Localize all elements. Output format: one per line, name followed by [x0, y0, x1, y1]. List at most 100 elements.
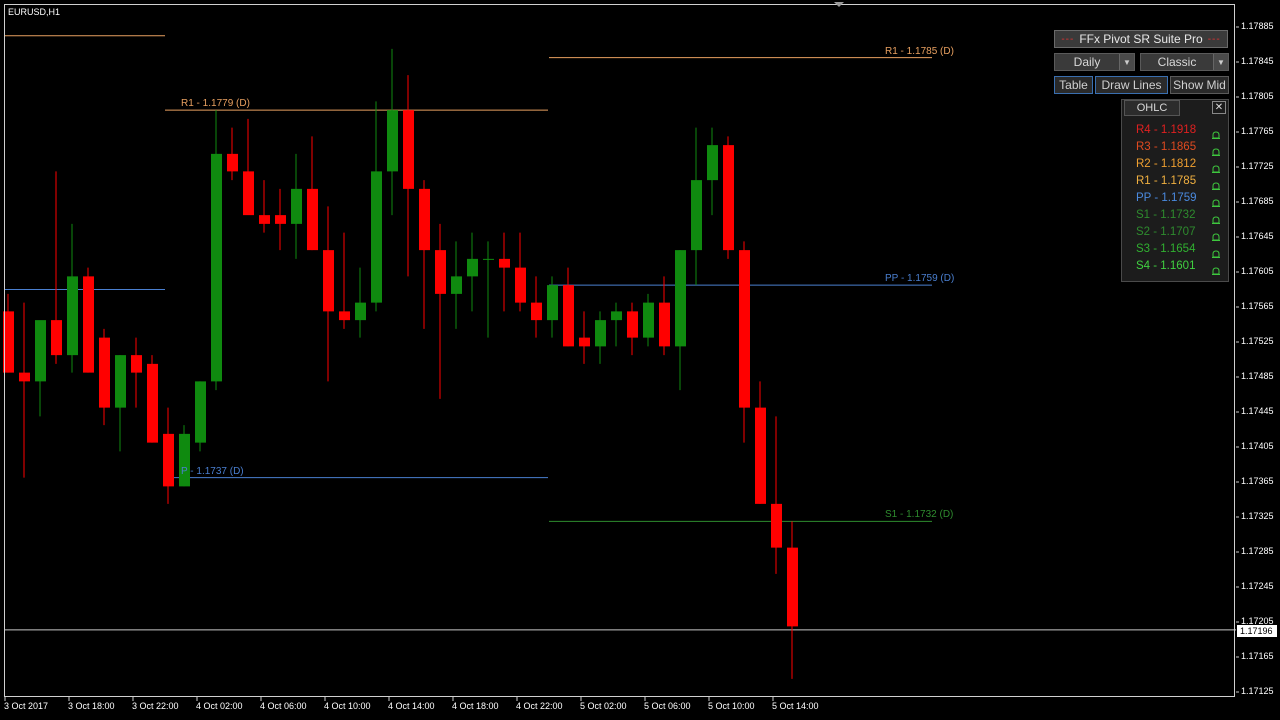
alert-bell-icon[interactable]: [1212, 246, 1220, 258]
pivot-level-row: S2 - 1.1707: [1136, 226, 1196, 238]
pivot-level-row: S3 - 1.1654: [1136, 243, 1196, 255]
ohlc-tab[interactable]: OHLC: [1124, 100, 1180, 116]
price-tick-label: 1.17325: [1241, 511, 1274, 521]
candle-body: [419, 188, 430, 251]
candle-body: [371, 171, 382, 303]
candle-body: [595, 320, 606, 347]
price-tick-label: 1.17245: [1241, 581, 1274, 591]
time-tick-label: 5 Oct 10:00: [708, 701, 755, 711]
title-dash-right: ---: [1207, 33, 1221, 45]
price-tick-label: 1.17725: [1241, 161, 1274, 171]
candle-body: [579, 337, 590, 347]
candle-body: [435, 250, 446, 294]
panel-title-text: FFx Pivot SR Suite Pro: [1079, 32, 1203, 46]
alert-bell-icon[interactable]: [1212, 263, 1220, 275]
candle-body: [83, 276, 94, 373]
price-tick-label: 1.17365: [1241, 476, 1274, 486]
pivot-level-row: R1 - 1.1785: [1136, 175, 1197, 187]
pivot-line-label-r1_oct5: R1 - 1.1785 (D): [885, 45, 954, 57]
close-icon[interactable]: ✕: [1212, 101, 1226, 114]
pivot-level-row: S1 - 1.1732: [1136, 209, 1196, 221]
time-tick-label: 4 Oct 06:00: [260, 701, 307, 711]
price-tick-label: 1.17445: [1241, 406, 1274, 416]
alert-bell-icon[interactable]: [1212, 195, 1220, 207]
period-value: Daily: [1073, 55, 1101, 69]
alert-bell-icon[interactable]: [1212, 127, 1220, 139]
candle-body: [451, 276, 462, 294]
candle-body: [387, 110, 398, 172]
candle-body: [243, 171, 254, 216]
method-value: Classic: [1157, 55, 1197, 69]
time-tick-label: 3 Oct 22:00: [132, 701, 179, 711]
candle-body: [51, 320, 62, 356]
price-tick-label: 1.17605: [1241, 266, 1274, 276]
price-tick-label: 1.17885: [1241, 21, 1274, 31]
candle-body: [147, 363, 158, 443]
alert-bell-icon[interactable]: [1212, 161, 1220, 173]
candle-body: [531, 302, 542, 321]
pivot-level-row: R4 - 1.1918: [1136, 124, 1197, 136]
price-tick-label: 1.17485: [1241, 371, 1274, 381]
candle-body: [99, 337, 110, 408]
price-tick-label: 1.17805: [1241, 91, 1274, 101]
candle-body: [659, 302, 670, 347]
candle-body: [739, 250, 750, 408]
time-tick-label: 4 Oct 10:00: [324, 701, 371, 711]
candle-body: [323, 250, 334, 312]
alert-bell-icon[interactable]: [1212, 178, 1220, 190]
pivot-line-label-p_oct4: P - 1.1737 (D): [181, 465, 244, 477]
period-select[interactable]: Daily ▼: [1054, 53, 1135, 71]
time-tick-label: 5 Oct 02:00: [580, 701, 627, 711]
candle-body: [19, 372, 30, 382]
time-tick-label: 5 Oct 14:00: [772, 701, 819, 711]
price-tick-label: 1.17685: [1241, 196, 1274, 206]
method-select[interactable]: Classic ▼: [1140, 53, 1229, 71]
time-tick-label: 4 Oct 22:00: [516, 701, 563, 711]
chart-shift-marker-icon[interactable]: [834, 2, 844, 7]
show-mid-button[interactable]: Show Mid: [1170, 76, 1229, 94]
time-tick-label: 4 Oct 14:00: [388, 701, 435, 711]
candle-body: [307, 188, 318, 251]
candle-body: [291, 188, 302, 224]
candle-body: [643, 302, 654, 338]
price-tick-label: 1.17285: [1241, 546, 1274, 556]
candle-body: [563, 285, 574, 347]
candle-body: [771, 503, 782, 548]
candle-body: [547, 285, 558, 321]
pivot-level-row: R3 - 1.1865: [1136, 141, 1197, 153]
time-tick-label: 5 Oct 06:00: [644, 701, 691, 711]
candle-body: [275, 215, 286, 224]
candle-body: [707, 145, 718, 181]
price-tick-label: 1.17845: [1241, 56, 1274, 66]
candle-body: [67, 276, 78, 356]
chevron-down-icon[interactable]: ▼: [1119, 54, 1134, 70]
candle-body: [675, 250, 686, 347]
candle-body: [515, 267, 526, 303]
table-button[interactable]: Table: [1054, 76, 1093, 94]
alert-bell-icon[interactable]: [1212, 212, 1220, 224]
pivot-level-row: R2 - 1.1812: [1136, 158, 1197, 170]
candle-body: [3, 311, 14, 373]
pivot-line-label-r1_oct4: R1 - 1.1779 (D): [181, 98, 250, 110]
symbol-label: EURUSD,H1: [8, 7, 61, 17]
price-tick-label: 1.17405: [1241, 441, 1274, 451]
candle-body: [35, 320, 46, 382]
price-tick-label: 1.17765: [1241, 126, 1274, 136]
draw-lines-button[interactable]: Draw Lines: [1095, 76, 1168, 94]
candle-body: [227, 153, 238, 172]
candle-body: [131, 355, 142, 373]
time-tick-label: 3 Oct 2017: [4, 701, 49, 711]
candle-body: [483, 258, 494, 260]
alert-bell-icon[interactable]: [1212, 144, 1220, 156]
alert-bell-icon[interactable]: [1212, 229, 1220, 241]
price-tick-label: 1.17565: [1241, 301, 1274, 311]
chevron-down-icon[interactable]: ▼: [1213, 54, 1228, 70]
candle-body: [259, 215, 270, 224]
candle-body: [723, 145, 734, 251]
time-tick-label: 4 Oct 02:00: [196, 701, 243, 711]
price-tick-label: 1.17645: [1241, 231, 1274, 241]
candle-body: [499, 258, 510, 268]
indicator-panel-title[interactable]: --- FFx Pivot SR Suite Pro ---: [1054, 30, 1228, 48]
candle-body: [611, 311, 622, 321]
candle-body: [691, 180, 702, 251]
